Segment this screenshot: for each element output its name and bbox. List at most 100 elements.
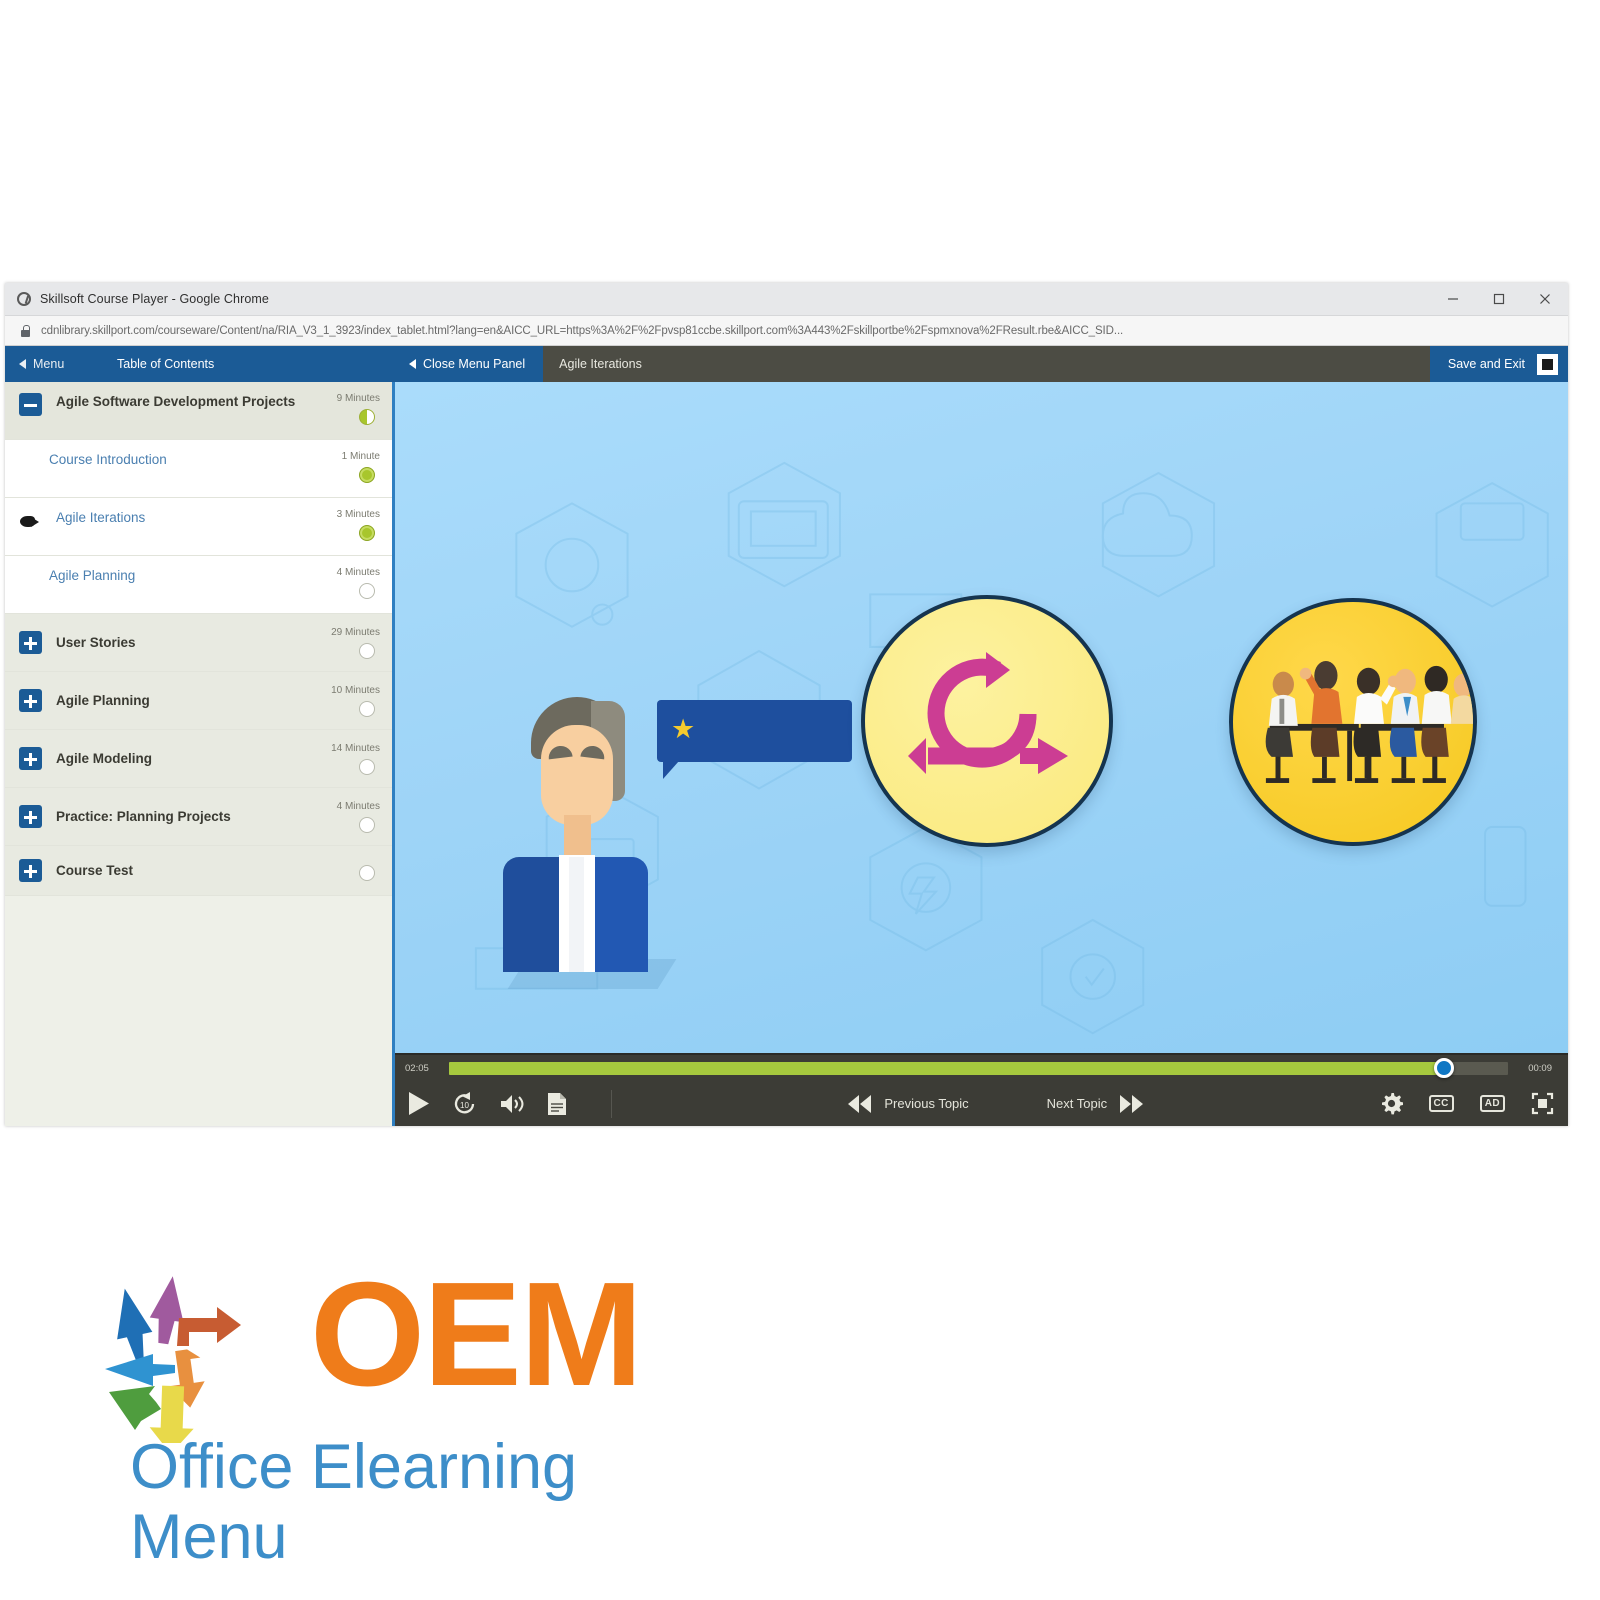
gear-icon[interactable] bbox=[1380, 1092, 1403, 1115]
toc-item-meta: 3 Minutes bbox=[316, 509, 380, 541]
toc-item-course-test[interactable]: Course Test bbox=[5, 846, 392, 896]
toc-item-agile-software-development-projects[interactable]: Agile Software Development Projects 9 Mi… bbox=[5, 382, 392, 440]
browser-window: Skillsoft Course Player - Google Chrome … bbox=[5, 283, 1568, 1126]
menu-label: Menu bbox=[33, 357, 65, 371]
closed-captions-button[interactable]: CC bbox=[1428, 1095, 1454, 1112]
fullscreen-icon[interactable] bbox=[1531, 1092, 1554, 1115]
skillsoft-globe-icon bbox=[17, 292, 31, 306]
address-bar[interactable]: cdnlibrary.skillport.com/courseware/Cont… bbox=[5, 316, 1568, 346]
lock-icon bbox=[21, 324, 30, 337]
transcript-icon[interactable] bbox=[547, 1092, 567, 1116]
star-icon: ★ bbox=[671, 714, 696, 744]
volume-icon[interactable] bbox=[499, 1093, 525, 1115]
progress-row: 02:05 00:09 bbox=[395, 1055, 1568, 1081]
minimize-icon[interactable] bbox=[1430, 283, 1476, 316]
expand-plus-icon[interactable] bbox=[19, 747, 42, 770]
toc-item-course-introduction[interactable]: Course Introduction 1 Minute bbox=[5, 440, 392, 498]
url-text: cdnlibrary.skillport.com/courseware/Cont… bbox=[41, 324, 1124, 337]
maximize-icon[interactable] bbox=[1476, 283, 1522, 316]
collapse-minus-icon[interactable] bbox=[19, 393, 42, 416]
status-badge bbox=[359, 525, 375, 541]
progress-slider[interactable] bbox=[449, 1058, 1508, 1078]
expand-plus-icon[interactable] bbox=[19, 689, 42, 712]
status-badge bbox=[359, 700, 375, 717]
expand-plus-icon[interactable] bbox=[19, 631, 42, 654]
progress-fill bbox=[449, 1061, 1445, 1075]
toc-item-agile-iterations[interactable]: Agile Iterations 3 Minutes bbox=[5, 498, 392, 556]
toc-item-meta: 10 Minutes bbox=[316, 685, 380, 717]
topnav-left: Menu Table of Contents bbox=[5, 346, 395, 382]
status-badge bbox=[359, 758, 375, 775]
progress-handle[interactable] bbox=[1434, 1058, 1455, 1078]
fast-forward-icon bbox=[1120, 1094, 1144, 1113]
chevron-left-icon bbox=[409, 359, 416, 369]
exit-icon[interactable] bbox=[1537, 353, 1558, 375]
controls-row: 10 Previous Topic Next Topic CC AD bbox=[395, 1081, 1568, 1126]
current-topic-title: Agile Iterations bbox=[559, 357, 642, 371]
oem-arrows-icon bbox=[105, 1276, 241, 1443]
oem-wordmark: OEM bbox=[310, 1252, 643, 1417]
toc-item-duration: 9 Minutes bbox=[336, 393, 380, 404]
toc-item-label: Practice: Planning Projects bbox=[56, 808, 231, 824]
toc-item-agile-planning[interactable]: Agile Planning 10 Minutes bbox=[5, 672, 392, 730]
toc-item-user-stories[interactable]: User Stories 29 Minutes bbox=[5, 614, 392, 672]
oem-logo: OEM Office Elearning Menu bbox=[75, 1250, 715, 1572]
toc-item-agile-modeling[interactable]: Agile Modeling 14 Minutes bbox=[5, 730, 392, 788]
expand-plus-icon[interactable] bbox=[19, 805, 42, 828]
toc-item-meta: 1 Minute bbox=[316, 451, 380, 483]
player-stage: ★ 02:05 00:09 10 Previous Topic Next Top… bbox=[395, 382, 1568, 1126]
avatar-jacket-left bbox=[503, 857, 567, 972]
toc-item-practice-planning-projects[interactable]: Practice: Planning Projects 4 Minutes bbox=[5, 788, 392, 846]
toc-item-agile-planning-sub[interactable]: Agile Planning 4 Minutes bbox=[5, 556, 392, 614]
player-body: Agile Software Development Projects 9 Mi… bbox=[5, 382, 1568, 1126]
window-titlebar: Skillsoft Course Player - Google Chrome bbox=[5, 283, 1568, 316]
table-of-contents-title: Table of Contents bbox=[117, 357, 215, 371]
chevron-left-icon bbox=[19, 359, 26, 369]
close-menu-panel-label: Close Menu Panel bbox=[423, 357, 526, 371]
toc-item-duration: 14 Minutes bbox=[331, 742, 380, 754]
toc-item-meta bbox=[316, 860, 380, 881]
toc-item-meta: 14 Minutes bbox=[316, 743, 380, 775]
audio-description-button[interactable]: AD bbox=[1479, 1095, 1505, 1112]
status-badge bbox=[359, 467, 375, 483]
next-topic-button[interactable]: Next Topic bbox=[1046, 1094, 1144, 1113]
window-title: Skillsoft Course Player - Google Chrome bbox=[40, 292, 269, 306]
oem-tagline: Office Elearning Menu bbox=[130, 1432, 578, 1572]
toc-item-duration: 29 Minutes bbox=[331, 626, 380, 638]
controls-right: CC AD bbox=[1380, 1092, 1555, 1115]
remaining-time: 00:09 bbox=[1528, 1062, 1552, 1074]
menu-button[interactable]: Menu bbox=[5, 357, 117, 371]
close-menu-panel-button[interactable]: Close Menu Panel bbox=[395, 346, 544, 382]
controls-left: 10 bbox=[407, 1089, 612, 1118]
avatar-tie bbox=[569, 857, 584, 972]
toc-item-label: Agile Iterations bbox=[56, 510, 146, 525]
toc-item-meta: 4 Minutes bbox=[316, 567, 380, 599]
previous-topic-button[interactable]: Previous Topic bbox=[847, 1094, 969, 1113]
expand-plus-icon[interactable] bbox=[19, 859, 42, 882]
video-player-controls: 02:05 00:09 10 Previous Topic Next Topic… bbox=[395, 1053, 1568, 1126]
player-topnav: Menu Table of Contents Close Menu Panel … bbox=[5, 346, 1568, 382]
next-topic-label: Next Topic bbox=[1046, 1096, 1108, 1111]
rewind-icon bbox=[848, 1094, 872, 1113]
play-icon[interactable] bbox=[407, 1091, 430, 1116]
avatar-face bbox=[541, 725, 613, 825]
status-badge bbox=[359, 583, 375, 599]
businessman-avatar bbox=[503, 697, 677, 989]
save-and-exit-button[interactable]: Save and Exit bbox=[1448, 357, 1525, 371]
topnav-middle: Close Menu Panel Agile Iterations bbox=[395, 346, 1430, 382]
previous-topic-label: Previous Topic bbox=[884, 1096, 969, 1111]
replay-10-icon[interactable]: 10 bbox=[452, 1091, 477, 1116]
current-pointer-icon bbox=[19, 509, 42, 532]
status-badge bbox=[359, 816, 375, 833]
toc-item-label: User Stories bbox=[56, 634, 136, 650]
team-glyph bbox=[1265, 661, 1473, 783]
toc-item-duration: 4 Minutes bbox=[336, 800, 380, 812]
slide-canvas: ★ bbox=[395, 382, 1568, 1053]
toc-item-duration: 4 Minutes bbox=[336, 567, 380, 578]
toc-item-meta: 4 Minutes bbox=[316, 801, 380, 833]
toc-item-label: Agile Planning bbox=[56, 692, 150, 708]
close-icon[interactable] bbox=[1522, 283, 1568, 316]
toc-item-duration: 1 Minute bbox=[341, 451, 380, 462]
elapsed-time: 02:05 bbox=[405, 1062, 429, 1074]
table-of-contents-panel: Agile Software Development Projects 9 Mi… bbox=[5, 382, 395, 1126]
